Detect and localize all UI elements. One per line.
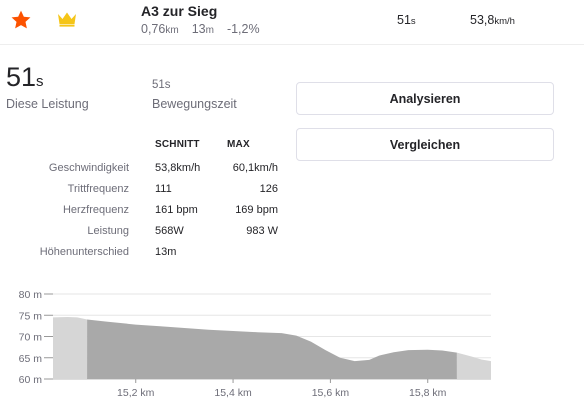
stat-label-heartrate: Herzfrequenz xyxy=(62,204,129,216)
stat-label-power: Leistung xyxy=(87,225,129,237)
column-header-avg: SCHNITT xyxy=(155,139,200,150)
stat-avg-heartrate: 161 bpm xyxy=(155,204,198,216)
elapsed-time-label: Diese Leistung xyxy=(6,97,89,111)
moving-time-label: Bewegungszeit xyxy=(152,97,237,111)
segment-name[interactable]: A3 zur Sieg xyxy=(141,3,217,19)
elevation-area-after xyxy=(456,352,491,379)
segment-elevation: 13m xyxy=(191,22,214,36)
y-tick-label: 80 m xyxy=(19,289,43,301)
x-tick-label: 15,8 km xyxy=(409,387,447,399)
segment-grade: -1,2% xyxy=(226,22,260,36)
stat-max-cadence: 126 xyxy=(259,183,278,195)
elevation-chart[interactable]: 80 m 75 m 70 m 65 m 60 m 15,2 km 15,4 km 15,6 k… xyxy=(0,284,584,410)
stat-avg-speed: 53,8km/h xyxy=(155,162,201,174)
segment-distance: 0,76km xyxy=(141,22,179,36)
header-speed: 53,8km/h xyxy=(470,13,515,27)
stat-label-elevation: Höhenunterschied xyxy=(39,246,129,258)
segment-meta: 0,76km 13m -1,2% xyxy=(141,22,260,36)
header-divider xyxy=(0,44,584,45)
stat-avg-power: 568W xyxy=(155,225,184,237)
stat-avg-elevation: 13m xyxy=(155,246,177,258)
y-tick-label: 65 m xyxy=(19,353,43,365)
x-tick-label: 15,6 km xyxy=(312,387,350,399)
y-tick-label: 60 m xyxy=(19,374,43,386)
crown-icon xyxy=(58,12,76,27)
analyze-button[interactable]: Analysieren xyxy=(296,82,554,115)
elapsed-time-value: 51s xyxy=(6,62,44,92)
stat-avg-cadence: 111 xyxy=(155,183,172,195)
y-tick-label: 70 m xyxy=(19,332,43,344)
stat-label-cadence: Trittfrequenz xyxy=(67,183,129,195)
header-time: 51s xyxy=(397,13,416,27)
elevation-area-segment xyxy=(87,319,457,379)
elevation-area-before xyxy=(53,317,88,379)
column-header-max: MAX xyxy=(227,139,250,150)
moving-time-value: 51s xyxy=(152,79,171,91)
star-icon[interactable] xyxy=(10,9,32,31)
stat-max-power: 983 W xyxy=(246,225,278,237)
x-tick-label: 15,4 km xyxy=(214,387,252,399)
stat-max-speed: 60,1km/h xyxy=(232,162,278,174)
stat-max-heartrate: 169 bpm xyxy=(235,204,278,216)
x-tick-label: 15,2 km xyxy=(117,387,155,399)
stat-label-speed: Geschwindigkeit xyxy=(48,162,129,174)
y-tick-label: 75 m xyxy=(19,310,43,322)
compare-button[interactable]: Vergleichen xyxy=(296,128,554,161)
